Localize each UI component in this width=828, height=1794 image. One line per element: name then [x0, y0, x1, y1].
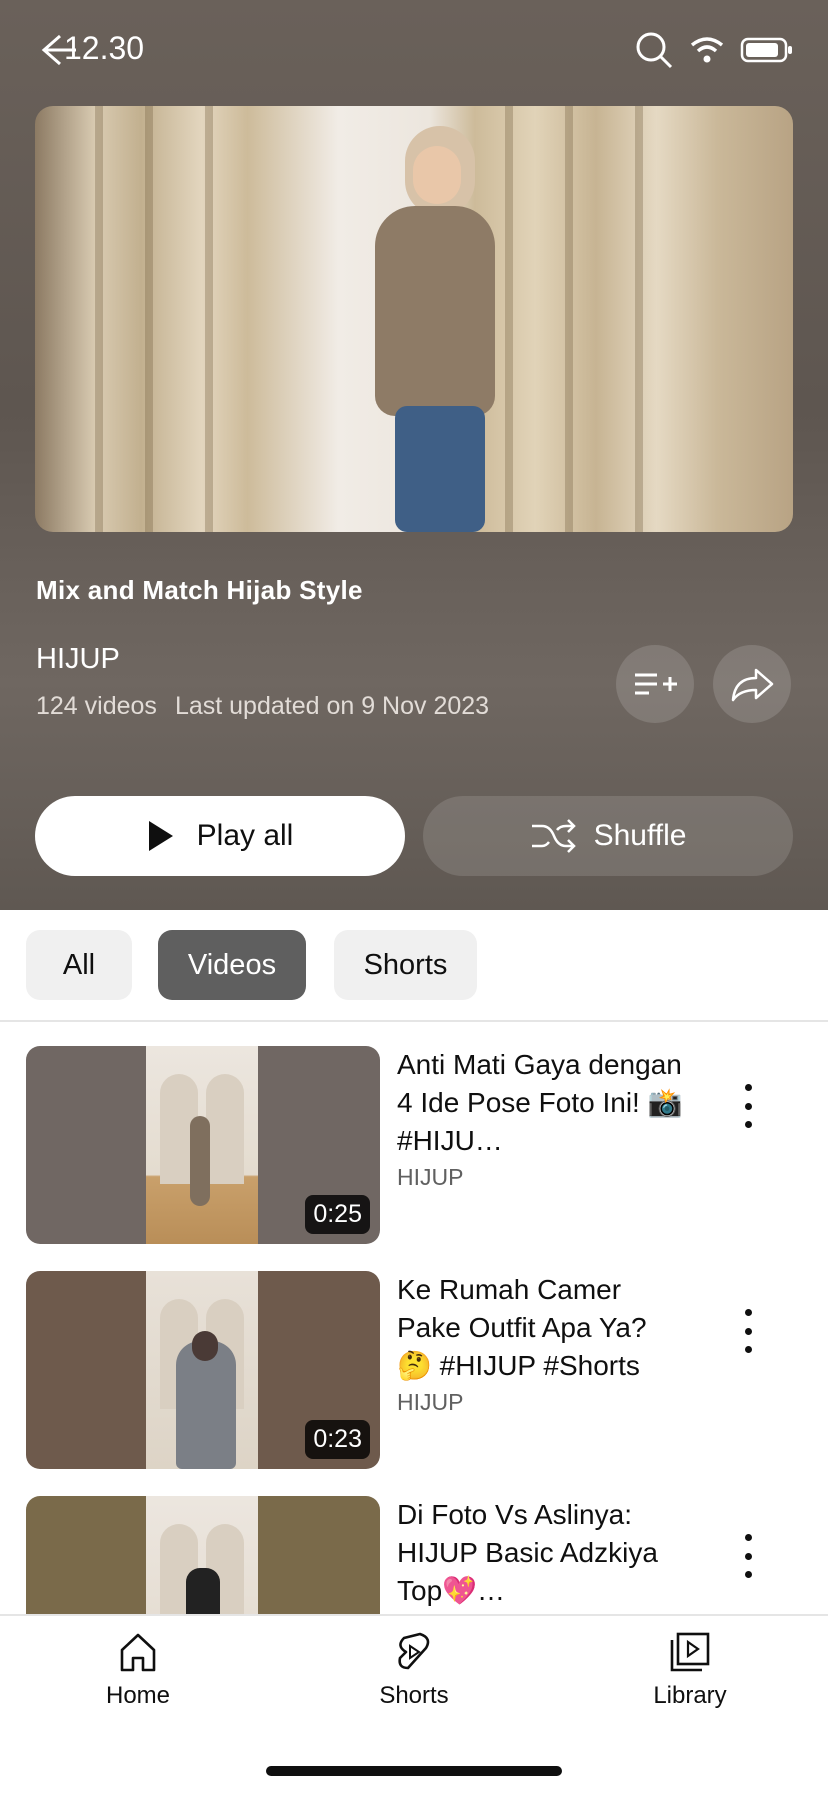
playlist-header: 12.30 Mix and Match Hijab Style HIJUP 12… — [0, 0, 828, 910]
nav-home[interactable]: Home — [68, 1630, 208, 1710]
status-time: 12.30 — [64, 30, 145, 66]
nav-library[interactable]: Library — [620, 1630, 760, 1710]
video-title[interactable]: Di Foto Vs Aslinya: HIJUP Basic Adzkiya … — [397, 1496, 687, 1610]
chip-all[interactable]: All — [26, 930, 132, 1000]
last-updated: Last updated on 9 Nov 2023 — [174, 692, 490, 720]
status-icons — [634, 30, 794, 70]
list-item[interactable]: Di Foto Vs Aslinya: HIJUP Basic Adzkiya … — [0, 1472, 828, 1614]
nav-shorts[interactable]: Shorts — [344, 1630, 484, 1710]
playlist-add-icon — [635, 673, 677, 695]
chip-videos[interactable]: Videos — [158, 930, 306, 1000]
video-thumbnail[interactable]: 0:25 — [26, 1046, 380, 1244]
more-options-icon[interactable] — [732, 1084, 764, 1128]
list-item[interactable]: 0:23 Ke Rumah Camer Pake Outfit Apa Ya? … — [0, 1247, 828, 1469]
video-title[interactable]: Anti Mati Gaya dengan 4 Ide Pose Foto In… — [397, 1046, 687, 1160]
nav-home-label: Home — [105, 1682, 171, 1709]
cover-person — [365, 126, 505, 532]
playlist-title: Mix and Match Hijab Style — [36, 575, 363, 605]
channel-name[interactable]: HIJUP — [36, 643, 120, 676]
video-count: 124 videos — [36, 692, 157, 720]
share-icon — [731, 668, 774, 702]
filter-chips: All Videos Shorts — [0, 910, 828, 1022]
video-thumbnail[interactable]: 0:23 — [26, 1271, 380, 1469]
video-thumbnail[interactable] — [26, 1496, 380, 1614]
wifi-icon — [690, 37, 724, 63]
video-duration: 0:23 — [305, 1420, 370, 1459]
play-all-label: Play all — [196, 819, 294, 852]
video-channel: HIJUP — [397, 1164, 464, 1190]
video-duration: 0:25 — [305, 1195, 370, 1234]
more-options-icon[interactable] — [732, 1534, 764, 1578]
nav-library-label: Library — [653, 1682, 727, 1709]
more-options-icon[interactable] — [732, 1309, 764, 1353]
shorts-icon — [398, 1632, 430, 1670]
save-to-library-button[interactable] — [616, 645, 694, 723]
video-channel: HIJUP — [397, 1389, 464, 1415]
home-icon — [120, 1633, 156, 1672]
library-icon — [670, 1632, 710, 1672]
playlist-meta: 124 videos Last updated on 9 Nov 2023 — [36, 692, 489, 721]
video-list: 0:25 Anti Mati Gaya dengan 4 Ide Pose Fo… — [0, 1022, 828, 1614]
battery-icon — [740, 37, 792, 63]
status-bar: 12.30 — [0, 0, 828, 100]
playlist-cover-image[interactable] — [35, 106, 793, 532]
play-all-button[interactable]: Play all — [35, 796, 405, 876]
video-title[interactable]: Ke Rumah Camer Pake Outfit Apa Ya? 🤔 #HI… — [397, 1271, 687, 1385]
list-item[interactable]: 0:25 Anti Mati Gaya dengan 4 Ide Pose Fo… — [0, 1022, 828, 1244]
play-icon — [148, 821, 173, 851]
shuffle-button[interactable]: Shuffle — [423, 796, 793, 876]
shuffle-label: Shuffle — [593, 819, 687, 852]
nav-shorts-label: Shorts — [379, 1682, 449, 1709]
share-button[interactable] — [713, 645, 791, 723]
shuffle-icon — [531, 819, 576, 853]
home-indicator — [266, 1766, 562, 1776]
chip-shorts[interactable]: Shorts — [334, 930, 477, 1000]
search-icon[interactable] — [634, 30, 674, 70]
